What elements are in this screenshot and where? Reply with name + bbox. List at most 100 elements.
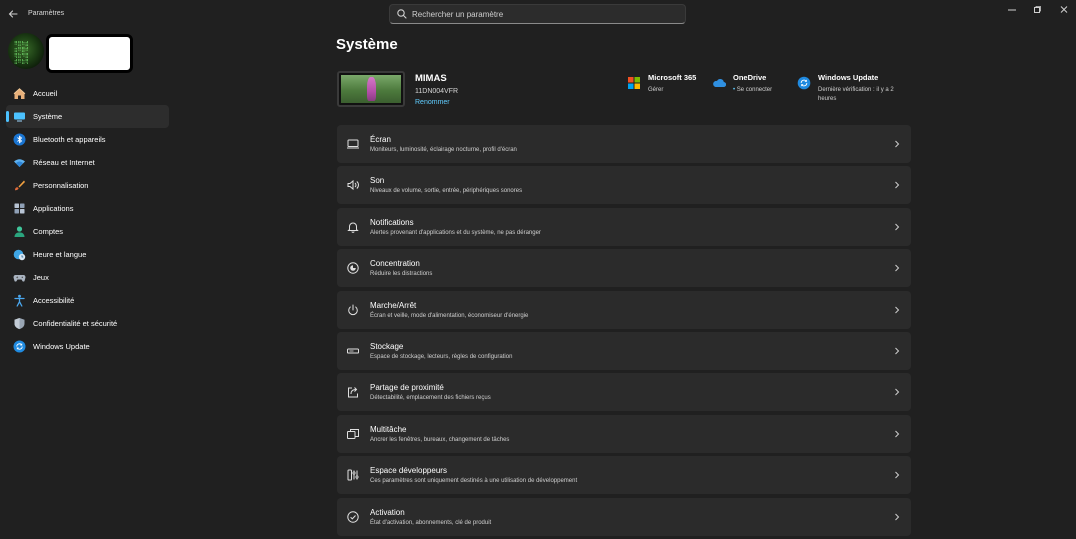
settings-row-concentration[interactable]: Concentration Réduire les distractions [337,249,911,288]
sidebar-item-comptes[interactable]: Comptes [6,220,169,243]
monitor-icon [13,110,26,123]
rename-link[interactable]: Renommer [415,99,450,106]
settings-row-ecran[interactable]: Écran Moniteurs, luminosité, éclairage n… [337,125,911,163]
gamepad-icon [13,271,26,284]
row-title: Marche/Arrêt [370,300,417,310]
sidebar-item-bluetooth[interactable]: Bluetooth et appareils [6,128,169,151]
back-arrow-icon[interactable] [6,7,20,21]
tile-subtitle-line2: heures [818,96,837,102]
search-box[interactable] [389,4,686,24]
row-description: Ces paramètres sont uniquement destinés … [370,478,578,485]
sidebar-item-label: Heure et langue [33,250,87,259]
device-name: MIMAS [415,73,447,84]
row-title: Espace développeurs [370,466,447,476]
status-dot: • [733,87,736,93]
sidebar-item-label: Jeux [33,273,49,282]
brush-icon [13,179,26,192]
onedrive-icon [712,76,726,90]
settings-row-notifications[interactable]: Notifications Alertes provenant d'applic… [337,207,911,246]
settings-row-marche-arret[interactable]: Marche/Arrêt Écran et veille, mode d'ali… [337,290,911,329]
sidebar-item-label: Accessibilité [33,296,75,305]
row-description: Réduire les distractions [370,271,433,278]
share-icon [346,385,360,399]
row-description: Espace de stockage, lecteurs, règles de … [370,353,513,360]
globe-clock-icon [13,248,26,261]
sidebar-item-accessibilite[interactable]: Accessibilité [6,289,169,312]
microsoft-365-icon [627,76,641,90]
update-icon [13,340,26,353]
sidebar-item-accueil[interactable]: Accueil [6,82,169,105]
tile-title: Microsoft 365 [648,73,697,82]
row-title: Multitâche [370,424,407,434]
settings-row-son[interactable]: Son Niveaux de volume, sortie, entrée, p… [337,166,911,205]
chevron-right-icon [893,386,901,398]
settings-row-espace-developpeurs[interactable]: Espace développeurs Ces paramètres sont … [337,456,911,495]
sidebar-item-jeux[interactable]: Jeux [6,266,169,289]
chevron-right-icon [893,304,901,316]
app-title: Paramètres [28,10,65,17]
sidebar-item-label: Réseau et Internet [33,158,95,167]
display-icon [346,137,360,151]
shield-icon [13,317,26,330]
power-icon [346,303,360,317]
tile-subtitle-text: Se connecter [736,87,773,93]
search-input[interactable] [412,7,672,21]
device-model: 11DN004VFR [415,88,459,95]
redacted-username [46,34,133,73]
sidebar-item-windows-update[interactable]: Windows Update [6,335,169,358]
person-icon [13,225,26,238]
minimize-button[interactable] [1005,4,1019,16]
bell-icon [346,220,360,234]
row-description: Moniteurs, luminosité, éclairage nocturn… [370,147,517,153]
row-title: Stockage [370,341,404,351]
tile-subtitle: Gérer [648,87,664,93]
row-description: Détectabilité, emplacement des fichiers … [370,395,491,402]
sidebar-item-label: Accueil [33,89,58,98]
tile-subtitle: Dernière vérification : il y a 2 heures [818,86,894,104]
title-bar: Paramètres [0,0,1076,30]
sidebar-item-label: Comptes [33,227,64,236]
chevron-right-icon [893,221,901,233]
device-wallpaper-thumbnail [337,71,405,107]
chevron-right-icon [893,179,901,191]
avatar: ⠿⣿⠷⣾ ⣶⠿⣿⠾ ⢿⣷⠻⣿ ⣾⠿⣷⢿ [8,33,44,69]
sidebar-item-reseau[interactable]: Réseau et Internet [6,151,169,174]
storage-icon [346,344,360,358]
row-title: Son [370,176,385,186]
multitask-icon [346,427,360,441]
settings-row-activation[interactable]: Activation État d'activation, abonnement… [337,497,911,536]
bluetooth-icon [13,133,26,146]
speaker-icon [346,178,360,192]
sidebar-item-label: Bluetooth et appareils [33,135,106,144]
sidebar-item-personnalisation[interactable]: Personnalisation [6,174,169,197]
maximize-button[interactable] [1030,4,1044,16]
sidebar-item-label: Système [33,112,63,121]
sidebar-item-heure-langue[interactable]: Heure et langue [6,243,169,266]
row-description: État d'activation, abonnements, clé de p… [370,519,492,526]
row-title: Concentration [370,259,420,269]
close-button[interactable] [1057,4,1071,16]
chevron-right-icon [893,345,901,357]
sidebar-item-label: Windows Update [33,342,90,351]
sidebar-item-confidentialite[interactable]: Confidentialité et sécurité [6,312,169,335]
tile-title: Windows Update [818,73,879,82]
chevron-right-icon [893,262,901,274]
row-description: Écran et veille, mode d'alimentation, éc… [370,312,529,319]
row-description: Ancrer les fenêtres, bureaux, changement… [370,436,510,443]
tile-subtitle-line1: Dernière vérification : il y a 2 [818,87,894,93]
home-icon [13,87,26,100]
activation-icon [346,510,360,524]
sidebar-item-applications[interactable]: Applications [6,197,169,220]
settings-row-stockage[interactable]: Stockage Espace de stockage, lecteurs, r… [337,331,911,370]
page-title: Système [336,36,398,53]
settings-row-partage-proximite[interactable]: Partage de proximité Détectabilité, empl… [337,373,911,412]
settings-row-multitache[interactable]: Multitâche Ancrer les fenêtres, bureaux,… [337,414,911,453]
developer-icon [346,468,360,482]
sidebar-item-systeme[interactable]: Système [6,105,169,128]
sidebar-item-label: Applications [33,204,74,213]
search-icon [396,8,408,20]
tile-title: OneDrive [733,73,767,82]
sidebar-item-label: Personnalisation [33,181,89,190]
chevron-right-icon [893,138,901,150]
row-description: Niveaux de volume, sortie, entrée, périp… [370,188,523,195]
